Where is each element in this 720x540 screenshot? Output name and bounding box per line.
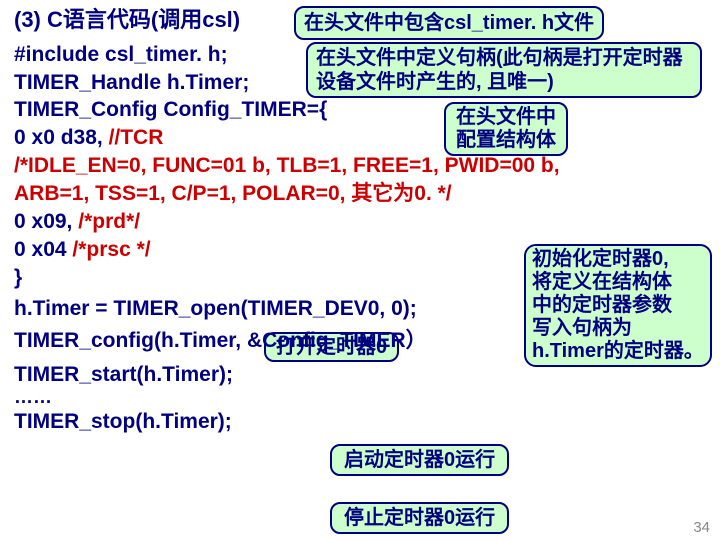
callout-include-header: 在头文件中包含csl_timer. h文件 [294, 6, 604, 40]
callout-stop-timer: 停止定时器0运行 [330, 502, 509, 534]
code-l08-hex: 0 x04 [14, 238, 72, 261]
code-l08-comment: /*prsc */ [72, 238, 150, 261]
code-l02: TIMER_Handle h.Timer; [14, 69, 706, 97]
code-l05: /*IDLE_EN=0, FUNC=01 b, TLB=1, FREE=1, P… [14, 152, 706, 180]
code-l09: } [14, 264, 706, 292]
code-l04-hex: 0 x0 d38, [14, 126, 109, 149]
page-number: 34 [693, 519, 710, 536]
code-block: #include csl_timer. h; TIMER_Handle h.Ti… [14, 41, 706, 436]
code-l03: TIMER_Config Config_TIMER={ [14, 96, 706, 124]
code-l06: ARB=1, TSS=1, C/P=1, POLAR=0, 其它为0. */ [14, 180, 706, 208]
callout-start-timer: 启动定时器0运行 [330, 444, 509, 476]
slide-title: (3) C语言代码(调用csl) [14, 6, 240, 35]
code-l07-hex: 0 x09, [14, 210, 78, 233]
code-l14: TIMER_stop(h.Timer); [14, 408, 706, 436]
code-l07: 0 x09, /*prd*/ [14, 208, 706, 236]
code-l04-comment: //TCR [109, 126, 164, 149]
code-l11: TIMER_config(h.Timer, &Config_TIMER） [14, 327, 706, 355]
code-l10: h.Timer = TIMER_open(TIMER_DEV0, 0); [14, 295, 706, 323]
code-l07-comment: /*prd*/ [78, 210, 140, 233]
code-l04: 0 x0 d38, //TCR [14, 124, 706, 152]
code-l08: 0 x04 /*prsc */ [14, 236, 706, 264]
slide: (3) C语言代码(调用csl) 在头文件中包含csl_timer. h文件 在… [0, 0, 720, 540]
code-l01: #include csl_timer. h; [14, 41, 706, 69]
